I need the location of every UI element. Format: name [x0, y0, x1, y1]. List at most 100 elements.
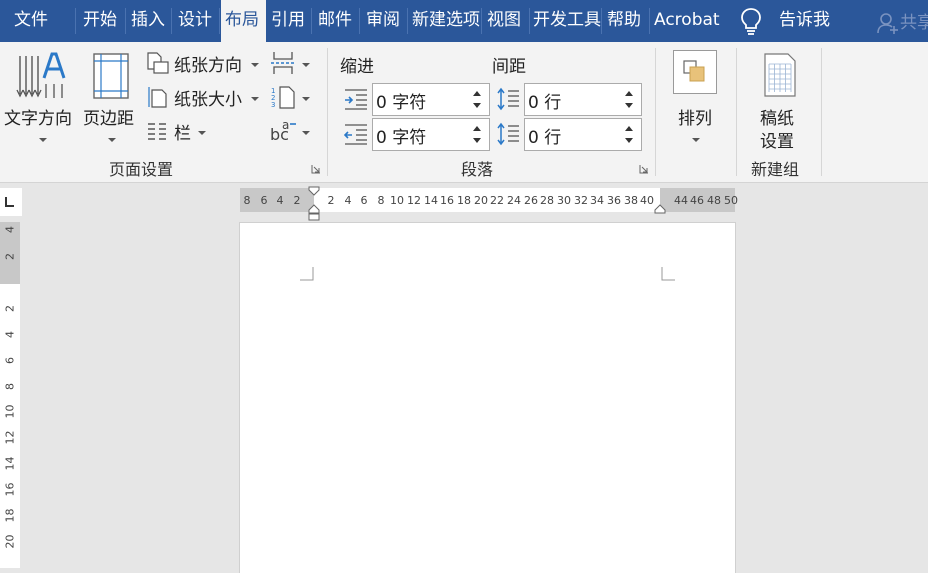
ruler-tick-label: 6 — [260, 194, 268, 207]
spin-down-icon[interactable] — [473, 103, 481, 108]
indent-left-field[interactable]: 0 字符 — [372, 83, 490, 116]
spin-down-icon[interactable] — [473, 138, 481, 143]
ruler-tick-label: 44 — [674, 194, 688, 207]
tab-acrobat[interactable]: Acrobat — [652, 0, 722, 42]
tab-file[interactable]: 文件 — [0, 0, 76, 42]
tab-mailings[interactable]: 邮件 — [314, 0, 360, 42]
orientation-icon — [147, 52, 169, 74]
ruler-tick-label: 34 — [590, 194, 604, 207]
ruler-tick-label: 24 — [507, 194, 521, 207]
ruler-tick-label: 4 — [344, 194, 352, 207]
margins-button[interactable]: 页边距 — [80, 46, 142, 148]
tab-layout[interactable]: 布局 — [221, 0, 266, 43]
right-indent-marker[interactable] — [654, 204, 666, 214]
orientation-label: 纸张方向 — [174, 56, 242, 76]
columns-icon — [148, 123, 166, 140]
spacing-before-field[interactable]: 0 行 — [524, 83, 642, 116]
indent-left-icon — [345, 89, 367, 110]
manuscript-label-line1: 稿纸 — [760, 109, 794, 129]
ribbon-panel: 文字方向 页边距 纸张方向 纸张大小 栏 1 2 3 bc a 页面设置 缩进 … — [0, 42, 928, 183]
chevron-down-icon — [692, 138, 700, 142]
ruler-tick-label: 8 — [3, 383, 17, 390]
lightbulb-icon[interactable] — [737, 6, 765, 36]
indent-right-value: 0 字符 — [376, 128, 427, 148]
vertical-ruler[interactable]: 4 2 2 4 6 8 10 12 14 16 18 20 — [0, 222, 20, 568]
spin-up-icon[interactable] — [473, 91, 481, 96]
ruler-tick-label: 26 — [524, 194, 538, 207]
tab-review[interactable]: 审阅 — [362, 0, 408, 42]
manuscript-paper-icon — [764, 53, 796, 97]
ruler-tick-label: 16 — [440, 194, 454, 207]
page-setup-group-label: 页面设置 — [109, 160, 174, 179]
horizontal-ruler[interactable]: 8 6 4 2 2 4 6 8 10 12 14 16 18 20 22 24 26 28 30 32 34 36 38 40… — [240, 186, 738, 221]
hanging-indent-marker[interactable] — [308, 204, 320, 222]
tab-insert[interactable]: 插入 — [128, 0, 172, 42]
new-group-label: 新建组 — [751, 160, 800, 179]
spin-down-icon[interactable] — [625, 138, 633, 143]
indent-right-icon — [344, 124, 367, 145]
ruler-tick-label: 6 — [3, 357, 17, 364]
breaks-button[interactable] — [270, 50, 312, 76]
spin-up-icon[interactable] — [473, 126, 481, 131]
arrange-button[interactable]: 排列 — [668, 46, 724, 148]
tab-references[interactable]: 引用 — [268, 0, 312, 42]
group-divider — [821, 48, 822, 176]
tell-me-search[interactable]: 告诉我 — [779, 0, 849, 42]
share-button[interactable]: 共享 — [876, 8, 928, 34]
ruler-tick-label: 14 — [3, 456, 17, 471]
ruler-tick-label: 30 — [557, 194, 571, 207]
tab-help[interactable]: 帮助 — [604, 0, 650, 42]
hyphenation-button[interactable]: bc a — [270, 118, 312, 144]
ruler-tick-label: 22 — [490, 194, 504, 207]
arrange-icon-frame — [673, 50, 717, 94]
tab-developer[interactable]: 开发工具 — [532, 0, 602, 42]
ruler-tick-label: 48 — [707, 194, 721, 207]
document-page[interactable] — [240, 223, 735, 573]
page-break-icon — [271, 52, 295, 74]
columns-button[interactable]: 栏 — [146, 118, 210, 144]
orientation-button[interactable]: 纸张方向 — [146, 50, 264, 76]
ruler-tick-label: 40 — [640, 194, 654, 207]
dialog-launcher-icon[interactable] — [311, 164, 321, 174]
line-numbers-button[interactable]: 1 2 3 — [270, 84, 312, 110]
indent-header: 缩进 — [340, 57, 374, 77]
manuscript-settings-button[interactable]: 稿纸 设置 — [752, 46, 808, 152]
size-label: 纸张大小 — [174, 90, 242, 110]
chevron-down-icon — [108, 138, 116, 142]
ruler-tick-label: 46 — [690, 194, 704, 207]
share-label: 共享 — [900, 13, 928, 33]
tab-home[interactable]: 开始 — [82, 0, 126, 42]
ruler-tick-label: 4 — [276, 194, 284, 207]
tab-selector-button[interactable] — [0, 188, 22, 216]
paragraph-group-label: 段落 — [461, 160, 494, 179]
columns-label: 栏 — [174, 124, 191, 144]
chevron-down-icon — [302, 131, 310, 135]
group-divider — [327, 48, 328, 176]
ruler-tick-label: 20 — [3, 534, 17, 549]
chevron-down-icon — [251, 63, 259, 67]
spin-up-icon[interactable] — [625, 91, 633, 96]
group-divider — [736, 48, 737, 176]
paper-size-icon — [148, 87, 167, 108]
spacing-after-field[interactable]: 0 行 — [524, 118, 642, 151]
text-direction-button[interactable]: 文字方向 — [2, 46, 78, 148]
tab-design[interactable]: 设计 — [174, 0, 220, 42]
ruler-tick-label: 6 — [360, 194, 368, 207]
chevron-down-icon — [39, 138, 47, 142]
size-button[interactable]: 纸张大小 — [146, 84, 264, 110]
first-line-indent-marker[interactable] — [308, 186, 320, 198]
margins-icon — [93, 53, 129, 99]
person-add-icon — [877, 13, 898, 34]
arrange-icon — [683, 60, 705, 82]
spin-up-icon[interactable] — [625, 126, 633, 131]
tab-view[interactable]: 视图 — [484, 0, 530, 42]
indent-right-field[interactable]: 0 字符 — [372, 118, 490, 151]
spin-down-icon[interactable] — [625, 103, 633, 108]
tab-new-options[interactable]: 新建选项 — [410, 0, 482, 42]
manuscript-label-line2: 设置 — [760, 132, 794, 152]
line-numbers-icon: 1 2 3 — [271, 86, 295, 109]
left-tab-stop-icon — [5, 197, 14, 207]
ruler-tick-label: 10 — [3, 404, 17, 419]
dialog-launcher-icon[interactable] — [639, 164, 649, 174]
chevron-down-icon — [251, 97, 259, 101]
